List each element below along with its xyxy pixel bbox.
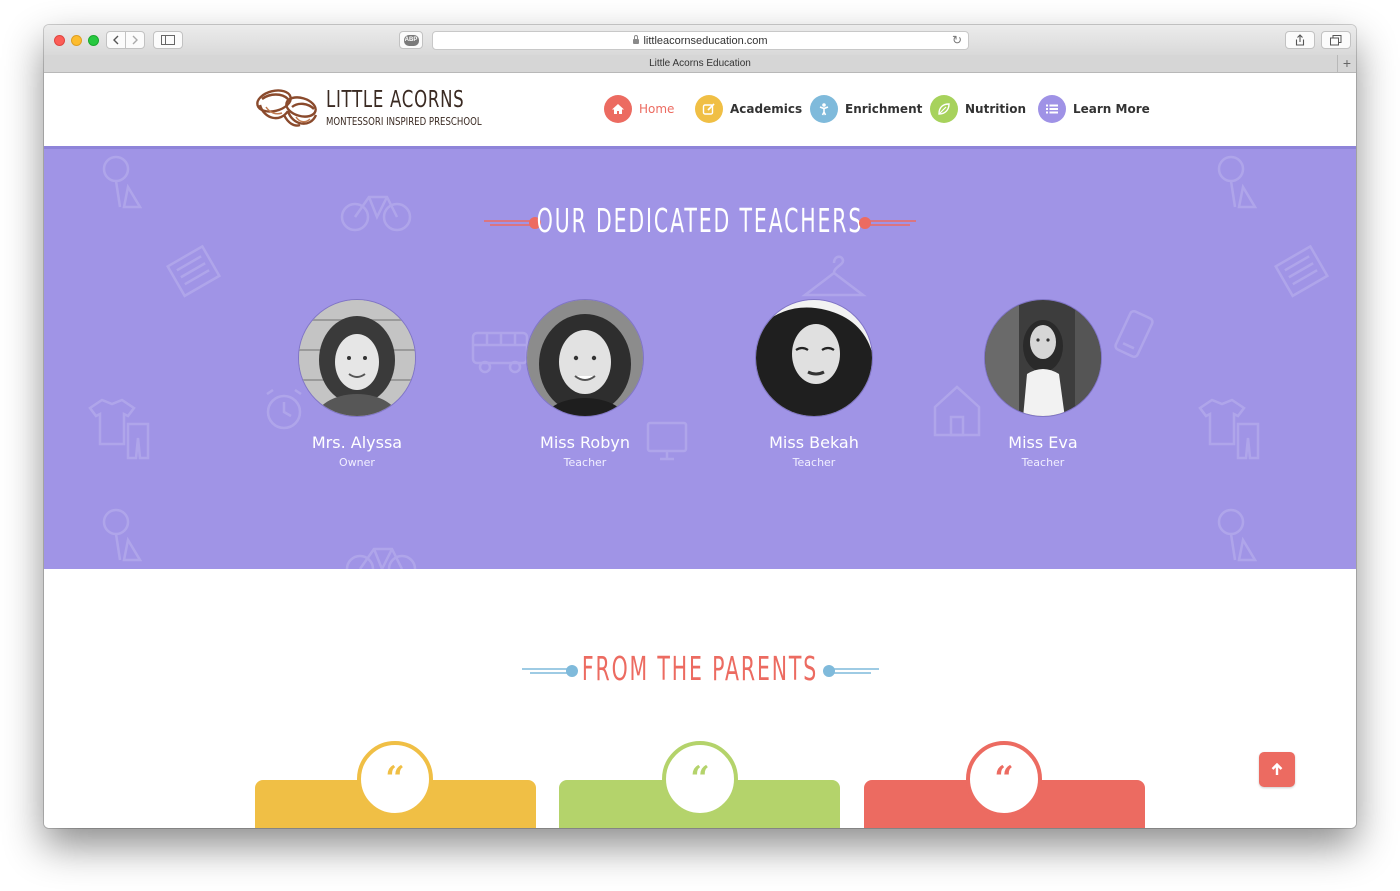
chevron-left-icon bbox=[113, 35, 119, 45]
teacher-name: Miss Eva bbox=[1008, 433, 1078, 452]
balloons-doodle-icon-bottom-right bbox=[1217, 508, 1258, 562]
browser-window: ABP littleacornseducation.com ↻ Little A… bbox=[44, 25, 1356, 828]
sidebar-icon bbox=[161, 35, 175, 45]
tabs-icon bbox=[1330, 34, 1342, 45]
book-doodle-icon bbox=[166, 244, 222, 298]
balloons-doodle-icon bbox=[102, 155, 143, 209]
teacher-role: Teacher bbox=[792, 456, 836, 469]
quote-icon: “ bbox=[966, 741, 1042, 817]
teacher-photo bbox=[298, 299, 416, 417]
browser-toolbar: ABP littleacornseducation.com ↻ bbox=[44, 25, 1356, 56]
close-window-button[interactable] bbox=[54, 35, 65, 46]
tab-bar: Little Acorns Education + bbox=[44, 55, 1356, 73]
site-logo[interactable]: LITTLE ACORNS MONTESSORI INSPIRED PRESCH… bbox=[254, 85, 482, 135]
nav-enrichment[interactable]: Enrichment bbox=[810, 94, 922, 124]
reload-icon[interactable]: ↻ bbox=[952, 33, 962, 47]
teacher-card: Miss Eva Teacher bbox=[943, 299, 1143, 469]
nav-nutrition[interactable]: Nutrition bbox=[930, 94, 1026, 124]
balloons-doodle-icon-bottom bbox=[102, 508, 143, 562]
clothes-doodle-icon-right bbox=[1198, 398, 1260, 460]
nav-learn-more-label: Learn More bbox=[1073, 102, 1150, 116]
abp-badge: ABP bbox=[403, 34, 419, 46]
teacher-photo bbox=[984, 299, 1102, 417]
new-tab-button[interactable]: + bbox=[1337, 55, 1356, 72]
teacher-role: Teacher bbox=[1021, 456, 1065, 469]
share-icon bbox=[1295, 34, 1305, 46]
acorns-logo-icon bbox=[256, 89, 318, 127]
teacher-role: Teacher bbox=[563, 456, 607, 469]
chevron-right-icon bbox=[132, 35, 138, 45]
parents-section: FROM THE PARENTS “ “ “ bbox=[44, 569, 1356, 828]
child-figure-icon bbox=[810, 95, 838, 123]
forward-button[interactable] bbox=[125, 31, 145, 49]
book-doodle-icon-right bbox=[1274, 244, 1330, 298]
hanger-doodle-icon bbox=[801, 255, 867, 297]
share-button[interactable] bbox=[1285, 31, 1315, 49]
title-deco-right bbox=[859, 217, 916, 229]
nav-enrichment-label: Enrichment bbox=[845, 102, 923, 116]
url-text: littleacornseducation.com bbox=[643, 34, 768, 47]
lock-icon bbox=[633, 35, 640, 44]
quote-icon: “ bbox=[357, 741, 433, 817]
teacher-name: Miss Robyn bbox=[540, 433, 630, 452]
back-to-top-button[interactable] bbox=[1259, 752, 1295, 787]
teacher-card: Mrs. Alyssa Owner bbox=[257, 299, 457, 469]
teacher-photo bbox=[526, 299, 644, 417]
address-bar[interactable]: littleacornseducation.com ↻ bbox=[432, 31, 969, 50]
teachers-title: OUR DEDICATED TEACHERS bbox=[536, 201, 864, 240]
leaf-icon bbox=[930, 95, 958, 123]
nav-academics-label: Academics bbox=[730, 102, 803, 116]
zoom-window-button[interactable] bbox=[88, 35, 99, 46]
adblock-button[interactable]: ABP bbox=[399, 31, 423, 49]
nav-nutrition-label: Nutrition bbox=[965, 102, 1026, 116]
arrow-up-icon bbox=[1271, 763, 1283, 775]
parents-title: FROM THE PARENTS bbox=[581, 649, 819, 688]
list-icon bbox=[1038, 95, 1066, 123]
teachers-section: OUR DEDICATED TEACHERS Mrs. Alyssa Owner bbox=[44, 149, 1356, 569]
clothes-doodle-icon bbox=[88, 398, 150, 460]
teacher-photo bbox=[755, 299, 873, 417]
back-button[interactable] bbox=[106, 31, 126, 49]
quote-icon: “ bbox=[662, 741, 738, 817]
teacher-card: Miss Robyn Teacher bbox=[485, 299, 685, 469]
logo-title: LITTLE ACORNS bbox=[326, 87, 465, 113]
teacher-role: Owner bbox=[339, 456, 375, 469]
tab-title[interactable]: Little Acorns Education bbox=[649, 58, 751, 69]
parents-title-deco-right bbox=[823, 665, 879, 677]
logo-subtitle: MONTESSORI INSPIRED PRESCHOOL bbox=[326, 115, 482, 128]
nav-home[interactable]: Home bbox=[604, 94, 674, 124]
minimize-window-button[interactable] bbox=[71, 35, 82, 46]
teacher-name: Mrs. Alyssa bbox=[311, 433, 403, 452]
teacher-card: Miss Bekah Teacher bbox=[714, 299, 914, 469]
show-tabs-button[interactable] bbox=[1321, 31, 1351, 49]
sidebar-toggle-button[interactable] bbox=[153, 31, 183, 49]
nav-home-label: Home bbox=[639, 102, 675, 116]
pencil-square-icon bbox=[695, 95, 723, 123]
site-header: LITTLE ACORNS MONTESSORI INSPIRED PRESCH… bbox=[44, 73, 1356, 149]
home-icon bbox=[604, 95, 632, 123]
teacher-name: Miss Bekah bbox=[769, 433, 859, 452]
nav-academics[interactable]: Academics bbox=[695, 94, 802, 124]
nav-learn-more[interactable]: Learn More bbox=[1038, 94, 1150, 124]
balloons-doodle-icon-right bbox=[1217, 155, 1258, 209]
bicycle-doodle-icon-bottom bbox=[345, 547, 417, 569]
